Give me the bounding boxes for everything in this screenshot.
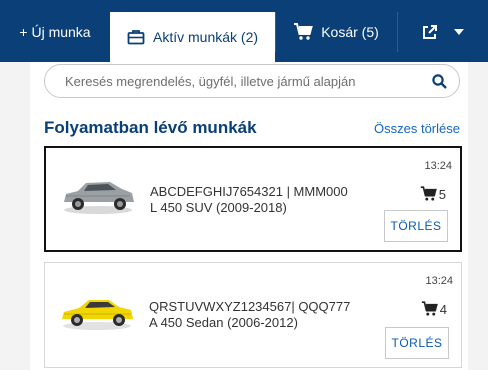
sedan-car-image xyxy=(62,300,133,330)
search-input[interactable] xyxy=(65,73,432,89)
job-card[interactable]: 13:24 ABCDEFGHIJ7654321 | MMM000 L 450 S… xyxy=(44,146,462,252)
job-cart-count: 5 xyxy=(420,186,446,202)
job-time: 13:24 xyxy=(425,275,453,287)
search-bar xyxy=(44,64,460,98)
cart-icon xyxy=(420,186,437,201)
job-info: ABCDEFGHIJ7654321 | MMM000 L 450 SUV (20… xyxy=(150,184,348,216)
job-time: 13:24 xyxy=(424,160,452,172)
main-panel: Folyamatban lévő munkák Összes törlése 1… xyxy=(30,62,468,370)
vin-plate: ABCDEFGHIJ7654321 | MMM000 xyxy=(150,184,348,199)
cart-icon xyxy=(421,301,438,316)
cart-count-value: 4 xyxy=(439,302,447,317)
cart-count-value: 5 xyxy=(438,187,446,202)
cart-label: Kosár (5) xyxy=(321,24,379,40)
delete-button[interactable]: TÖRLÉS xyxy=(384,210,448,242)
job-cart-count: 4 xyxy=(421,301,447,317)
job-info: QRSTUVWXYZ1234567| QQQ777 A 450 Sedan (2… xyxy=(149,299,350,331)
chevron-down-icon xyxy=(453,29,464,35)
top-navigation-bar: + Új munka Aktív munkák (2) Kosár (5) xyxy=(0,0,488,62)
delete-button[interactable]: TÖRLÉS xyxy=(385,327,449,359)
cart-icon xyxy=(294,23,314,40)
section-title: Folyamatban lévő munkák xyxy=(44,118,257,137)
vehicle-model: A 450 Sedan (2006-2012) xyxy=(149,315,298,330)
vehicle-model: L 450 SUV (2009-2018) xyxy=(150,200,287,215)
clear-all-link[interactable]: Összes törlése xyxy=(374,121,460,136)
search-icon[interactable] xyxy=(432,73,447,89)
briefcase-icon xyxy=(127,30,145,45)
share-menu-button[interactable] xyxy=(397,12,488,52)
cart-tab[interactable]: Kosár (5) xyxy=(275,12,397,52)
vin-plate: QRSTUVWXYZ1234567| QQQ777 xyxy=(149,299,351,314)
share-icon xyxy=(422,25,437,39)
active-work-label: Aktív munkák (2) xyxy=(152,29,259,45)
active-work-tab[interactable]: Aktív munkák (2) xyxy=(110,12,275,62)
suv-car-image xyxy=(64,182,134,214)
job-card[interactable]: 13:24 QRSTUVWXYZ1234567| QQQ777 A 450 Se… xyxy=(44,262,462,368)
new-work-label: + Új munka xyxy=(19,24,91,40)
new-work-tab[interactable]: + Új munka xyxy=(0,12,110,52)
